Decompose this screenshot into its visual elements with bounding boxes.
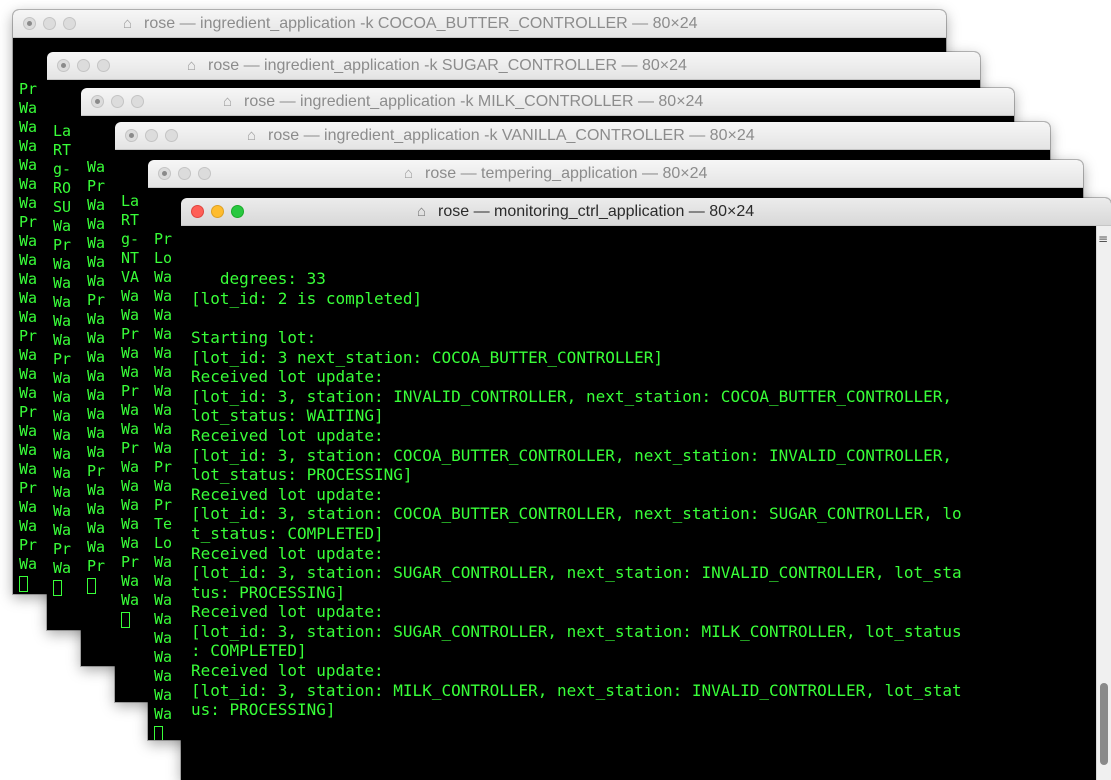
minimize-button[interactable] [145, 129, 158, 142]
output-line: tus: PROCESSING] [191, 582, 346, 602]
window-title: rose — ingredient_application -k COCOA_B… [144, 15, 698, 32]
terminal-output[interactable]: degrees: 33 [lot_id: 2 is completed] Star… [181, 226, 1097, 780]
output-line: lot_status: WAITING] [191, 406, 384, 426]
output-line: [lot_id: 3, station: INVALID_CONTROLLER,… [191, 386, 952, 406]
minimize-button[interactable] [178, 167, 191, 180]
terminal-cursor [121, 611, 130, 628]
output-line: [lot_id: 2 is completed] [191, 288, 423, 308]
terminal-cursor [53, 579, 62, 596]
terminal-cursor [87, 577, 96, 594]
zoom-button[interactable] [63, 17, 76, 30]
window-title: rose — ingredient_application -k SUGAR_C… [208, 57, 687, 74]
output-line: : COMPLETED] [191, 641, 307, 661]
scroll-menu-icon: ≡ [1098, 232, 1109, 246]
output-line: [lot_id: 3, station: SUGAR_CONTROLLER, n… [191, 621, 962, 641]
zoom-button[interactable] [97, 59, 110, 72]
output-line: [lot_id: 3, station: COCOA_BUTTER_CONTRO… [191, 504, 962, 524]
window-title: rose — ingredient_application -k VANILLA… [268, 127, 755, 144]
window-titlebar[interactable]: ⌂ rose — monitoring_ctrl_application — 80… [181, 198, 1111, 226]
close-button[interactable] [158, 167, 171, 180]
window-title: rose — monitoring_ctrl_application — 80×… [438, 203, 755, 220]
close-button[interactable] [91, 95, 104, 108]
scroll-thumb[interactable] [1100, 683, 1108, 765]
zoom-button[interactable] [231, 205, 244, 218]
output-line: [lot_id: 3 next_station: COCOA_BUTTER_CO… [191, 347, 664, 367]
close-button[interactable] [125, 129, 138, 142]
output-line: [lot_id: 3, station: MILK_CONTROLLER, ne… [191, 680, 962, 700]
vertical-scrollbar[interactable]: ≡ [1096, 226, 1111, 780]
close-button[interactable] [191, 205, 204, 218]
close-button[interactable] [23, 17, 36, 30]
minimize-button[interactable] [211, 205, 224, 218]
output-lines: degrees: 33 [lot_id: 2 is completed] Star… [191, 269, 1097, 720]
window-titlebar[interactable]: ⌂ rose — ingredient_application -k MILK_C… [81, 88, 1014, 116]
output-line: lot_status: PROCESSING] [191, 465, 413, 485]
window-titlebar[interactable]: ⌂ rose — ingredient_application -k COCOA_… [13, 10, 946, 38]
window-title: rose — tempering_application — 80×24 [425, 165, 708, 182]
home-icon: ⌂ [187, 57, 197, 74]
output-line: us: PROCESSING] [191, 700, 336, 720]
window-titlebar[interactable]: ⌂ rose — ingredient_application -k VANILL… [115, 122, 1050, 150]
home-icon: ⌂ [223, 93, 233, 110]
home-icon: ⌂ [247, 127, 257, 144]
home-icon: ⌂ [417, 203, 427, 220]
minimize-button[interactable] [43, 17, 56, 30]
output-line: Received lot update: [191, 425, 384, 445]
zoom-button[interactable] [165, 129, 178, 142]
terminal-cursor [19, 575, 28, 592]
home-icon: ⌂ [123, 15, 133, 32]
output-line: [lot_id: 3, station: SUGAR_CONTROLLER, n… [191, 563, 962, 583]
home-icon: ⌂ [404, 165, 414, 182]
minimize-button[interactable] [111, 95, 124, 108]
output-line: Received lot update: [191, 543, 384, 563]
terminal-window-monitoring[interactable]: ⌂ rose — monitoring_ctrl_application — 80… [181, 198, 1111, 780]
close-button[interactable] [57, 59, 70, 72]
output-line: Received lot update: [191, 602, 384, 622]
output-line: [lot_id: 3, station: COCOA_BUTTER_CONTRO… [191, 445, 952, 465]
window-title: rose — ingredient_application -k MILK_CO… [244, 93, 704, 110]
minimize-button[interactable] [77, 59, 90, 72]
terminal-cursor [154, 725, 163, 740]
window-titlebar[interactable]: ⌂ rose — ingredient_application -k SUGAR_… [47, 52, 980, 80]
zoom-button[interactable] [131, 95, 144, 108]
output-line: Received lot update: [191, 484, 384, 504]
output-line: degrees: 33 [191, 269, 326, 289]
output-line: Received lot update: [191, 367, 384, 387]
zoom-button[interactable] [198, 167, 211, 180]
output-line: Starting lot: [191, 327, 317, 347]
window-titlebar[interactable]: ⌂ rose — tempering_application — 80×24 [148, 160, 1083, 188]
output-line: Received lot update: [191, 661, 384, 681]
output-line: t_status: COMPLETED] [191, 523, 384, 543]
